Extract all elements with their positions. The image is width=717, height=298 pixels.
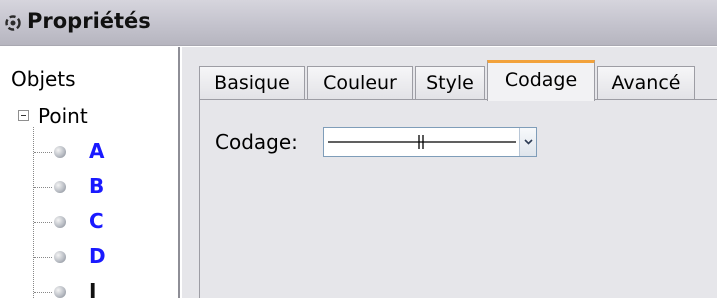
tab-content-codage: Codage:: [199, 99, 717, 298]
tab-basique[interactable]: Basique: [199, 66, 305, 100]
point-bullet-icon: [54, 146, 66, 158]
tree-item-label: A: [89, 139, 105, 163]
tab-avance[interactable]: Avancé: [597, 66, 695, 100]
tree-branch-line: [34, 257, 52, 258]
tab-couleur[interactable]: Couleur: [307, 66, 413, 100]
window-title: Propriétés: [27, 9, 151, 33]
point-bullet-icon: [54, 286, 66, 298]
object-tree[interactable]: Objets Point A B C D I: [0, 47, 180, 298]
tree-branch-line: [34, 187, 52, 188]
properties-icon: [5, 15, 21, 31]
chevron-down-icon: [524, 139, 533, 145]
tree-item-label: B: [89, 174, 105, 198]
codage-select[interactable]: [323, 127, 537, 157]
collapse-toggle-icon[interactable]: [18, 110, 29, 121]
double-tick-segment-icon: [328, 135, 516, 149]
properties-panel: Basique Couleur Style Codage Avancé Coda…: [182, 47, 717, 298]
title-bar: Propriétés: [0, 0, 717, 46]
tab-codage[interactable]: Codage: [487, 60, 595, 101]
dropdown-button[interactable]: [519, 128, 536, 156]
point-bullet-icon: [54, 181, 66, 193]
tree-branch-line: [34, 292, 52, 293]
tree-folder-point[interactable]: Point: [38, 104, 88, 128]
point-bullet-icon: [54, 251, 66, 263]
tab-style[interactable]: Style: [415, 66, 485, 100]
tree-branch-line: [34, 152, 52, 153]
tree-branch-line: [34, 222, 52, 223]
tree-item-label: C: [89, 209, 104, 233]
tree-item-label: D: [89, 244, 106, 268]
tree-item-label: I: [89, 279, 97, 298]
point-bullet-icon: [54, 216, 66, 228]
codage-label: Codage:: [215, 130, 298, 154]
tree-root-objects[interactable]: Objets: [11, 67, 76, 91]
